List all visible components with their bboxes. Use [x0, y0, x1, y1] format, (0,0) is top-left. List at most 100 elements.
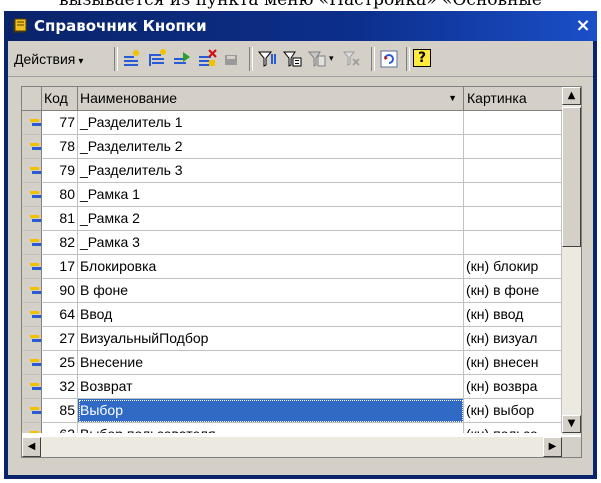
cell-picture: [464, 111, 562, 135]
table-row[interactable]: 78 _Разделитель 2: [22, 135, 562, 159]
table-row[interactable]: 32 Возврат (кн) возвра: [22, 375, 562, 399]
mark-delete-button[interactable]: [196, 48, 218, 70]
scroll-down-button[interactable]: ▼: [562, 415, 581, 433]
row-icon-cell: [22, 231, 42, 255]
actions-label: Действия: [14, 51, 76, 67]
cell-picture: (кн) выбор: [464, 399, 562, 423]
catalog-item-icon: [30, 311, 41, 318]
chevron-down-icon: ▾: [78, 56, 84, 67]
cell-name: В фоне: [78, 279, 464, 303]
cell-code: 85: [42, 399, 78, 423]
clear-filter-button[interactable]: [341, 48, 363, 70]
cell-code: 90: [42, 279, 78, 303]
catalog-item-icon: [30, 119, 41, 126]
scroll-left-button[interactable]: ◀: [22, 437, 41, 457]
filter-history-button[interactable]: [306, 48, 328, 70]
cell-name: Ввод: [78, 303, 464, 327]
row-icon-cell: [22, 351, 42, 375]
cell-picture: (кн) ввод: [464, 303, 562, 327]
sort-desc-icon: ▼: [448, 93, 457, 103]
save-icon: [225, 55, 237, 65]
row-icon-cell: [22, 255, 42, 279]
vertical-scrollbar[interactable]: ▲ ▼: [562, 87, 581, 435]
table-row[interactable]: 77 _Разделитель 1: [22, 111, 562, 135]
copy-item-button[interactable]: [171, 48, 193, 70]
add-group-icon: [149, 49, 166, 66]
window-client-area: Действия ▾ ▾ ? Код Наименование ▼ Картин…: [8, 41, 593, 475]
toolbar-separator: [406, 47, 410, 71]
table-row[interactable]: 79 _Разделитель 3: [22, 159, 562, 183]
refresh-button[interactable]: [378, 48, 400, 70]
toolbar-separator: [249, 47, 253, 71]
filter-by-value-button[interactable]: [281, 48, 303, 70]
cell-code: 32: [42, 375, 78, 399]
catalog-item-icon: [30, 431, 39, 433]
cell-picture: [464, 183, 562, 207]
actions-menu-button[interactable]: Действия ▾: [14, 49, 83, 69]
add-group-button[interactable]: [146, 48, 168, 70]
catalog-item-icon: [30, 407, 41, 414]
cell-name: _Рамка 1: [78, 183, 464, 207]
table-row[interactable]: 85 Выбор (кн) выбор: [22, 399, 562, 423]
header-code[interactable]: Код: [42, 87, 78, 110]
row-icon-cell: [22, 279, 42, 303]
catalog-item-icon: [30, 263, 41, 270]
table-row[interactable]: 82 _Рамка 3: [22, 231, 562, 255]
filter-button[interactable]: [256, 48, 278, 70]
catalog-window: Справочник Кнопки × Действия ▾ ▾ ? Код Н…: [4, 11, 597, 479]
cell-picture: (кн) возвра: [464, 375, 562, 399]
table-row[interactable]: 27 ВизуальныйПодбор (кн) визуал: [22, 327, 562, 351]
table-body: 77 _Разделитель 1 78 _Разделитель 2 79 _Разде…: [22, 111, 562, 433]
cell-picture: [464, 135, 562, 159]
header-picture[interactable]: Картинка: [464, 87, 562, 110]
catalog-item-icon: [30, 359, 41, 366]
cell-code: 79: [42, 159, 78, 183]
window-title: Справочник Кнопки: [34, 17, 207, 35]
row-icon-cell: [22, 399, 42, 423]
cell-code: 64: [42, 303, 78, 327]
toolbar: Действия ▾ ▾ ?: [8, 41, 593, 77]
cell-name: _Рамка 3: [78, 231, 464, 255]
cell-picture: [464, 159, 562, 183]
copy-item-icon: [174, 52, 190, 64]
filter-value-icon: [282, 51, 302, 67]
table-row[interactable]: 90 В фоне (кн) в фоне: [22, 279, 562, 303]
row-icon-cell: [22, 111, 42, 135]
catalog-item-icon: [30, 335, 41, 342]
cell-picture: [464, 207, 562, 231]
row-icon-cell: [22, 159, 42, 183]
header-name[interactable]: Наименование ▼: [78, 87, 464, 110]
help-button[interactable]: ?: [413, 49, 431, 67]
add-item-button[interactable]: [121, 48, 143, 70]
cell-picture: (кн) в фоне: [464, 279, 562, 303]
cell-name: Выбор пользователя: [78, 423, 464, 433]
table-row[interactable]: 17 Блокировка (кн) блокир: [22, 255, 562, 279]
table-row[interactable]: 80 _Рамка 1: [22, 183, 562, 207]
cell-code: 82: [42, 231, 78, 255]
table-row[interactable]: 25 Внесение (кн) внесен: [22, 351, 562, 375]
row-icon-cell: [22, 375, 42, 399]
cell-picture: (кн) визуал: [464, 327, 562, 351]
cell-code: 81: [42, 207, 78, 231]
scroll-thumb[interactable]: [562, 107, 581, 247]
table-row[interactable]: 81 _Рамка 2: [22, 207, 562, 231]
scrollbar-corner: [562, 437, 581, 457]
cell-code: 17: [42, 255, 78, 279]
close-button[interactable]: ×: [573, 16, 593, 36]
catalog-book-icon: [11, 17, 29, 35]
scroll-right-button[interactable]: ▶: [543, 437, 562, 457]
table-row[interactable]: 64 Ввод (кн) ввод: [22, 303, 562, 327]
row-icon-cell: [22, 423, 42, 433]
save-disabled-button[interactable]: [221, 48, 243, 70]
scroll-up-button[interactable]: ▲: [562, 87, 581, 105]
title-bar[interactable]: Справочник Кнопки ×: [4, 11, 597, 41]
mark-delete-icon: [199, 49, 217, 66]
table-row[interactable]: 63Выбор пользователя(кн) пользо: [22, 423, 562, 433]
catalog-item-icon: [30, 167, 41, 174]
header-name-label: Наименование: [80, 90, 178, 106]
catalog-item-icon: [30, 215, 41, 222]
toolbar-separator: [114, 47, 118, 71]
horizontal-scrollbar[interactable]: ◀ ▶: [22, 437, 562, 457]
chevron-down-icon[interactable]: ▾: [329, 54, 334, 64]
filter-icon: [257, 51, 276, 67]
